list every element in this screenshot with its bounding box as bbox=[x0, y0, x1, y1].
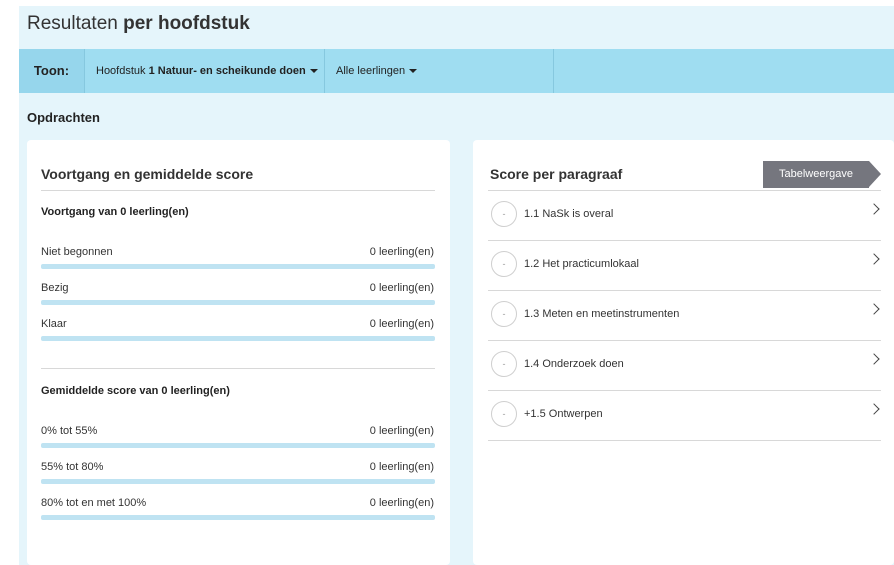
paragraph-item[interactable]: - +1.5 Ontwerpen bbox=[488, 391, 881, 440]
progress-row-value: 0 leerling(en) bbox=[369, 282, 434, 294]
chapter-prefix: Hoofdstuk bbox=[96, 65, 146, 77]
page-title: Resultaten per hoofdstuk bbox=[27, 13, 250, 35]
score-row-value: 0 leerling(en) bbox=[369, 497, 434, 509]
chevron-right-icon bbox=[868, 403, 880, 415]
progress-row-label: Bezig bbox=[41, 282, 69, 294]
score-bar bbox=[41, 515, 435, 520]
chevron-right-icon bbox=[868, 353, 880, 365]
paragraph-label: +1.5 Ontwerpen bbox=[524, 408, 603, 420]
score-heading: Gemiddelde score van 0 leerling(en) bbox=[41, 385, 230, 397]
chevron-right-icon bbox=[868, 303, 880, 315]
score-row-value: 0 leerling(en) bbox=[369, 425, 434, 437]
table-view-button[interactable]: Tabelweergave bbox=[763, 161, 869, 188]
score-row-label: 55% tot 80% bbox=[41, 461, 104, 473]
progress-row-value: 0 leerling(en) bbox=[369, 246, 434, 258]
paragraph-item[interactable]: - 1.3 Meten en meetinstrumenten bbox=[488, 291, 881, 340]
page-title-bold: per hoofdstuk bbox=[123, 13, 250, 34]
progress-bar bbox=[41, 336, 435, 341]
divider bbox=[41, 190, 435, 191]
score-circle: - bbox=[491, 301, 517, 327]
score-circle: - bbox=[491, 401, 517, 427]
section-title: Opdrachten bbox=[27, 110, 100, 125]
progress-row-label: Niet begonnen bbox=[41, 246, 113, 258]
paragraph-label: 1.1 NaSk is overal bbox=[524, 208, 614, 220]
score-bar bbox=[41, 479, 435, 484]
chevron-down-icon bbox=[409, 69, 418, 74]
score-bar bbox=[41, 443, 435, 448]
paragraph-item[interactable]: - 1.1 NaSk is overal bbox=[488, 191, 881, 240]
chevron-right-icon bbox=[868, 253, 880, 265]
table-view-button-arrow bbox=[869, 161, 881, 187]
paragraph-label: 1.4 Onderzoek doen bbox=[524, 358, 624, 370]
progress-bar bbox=[41, 264, 435, 269]
paragraph-score-card: Score per paragraaf Tabelweergave - 1.1 … bbox=[473, 140, 894, 565]
score-row-value: 0 leerling(en) bbox=[369, 461, 434, 473]
divider bbox=[41, 368, 435, 369]
progress-heading: Voortgang van 0 leerling(en) bbox=[41, 206, 189, 218]
chapter-dropdown[interactable]: Hoofdstuk 1 Natuur- en scheikunde doen bbox=[85, 49, 325, 93]
progress-card: Voortgang en gemiddelde score Voortgang … bbox=[27, 140, 450, 565]
score-circle: - bbox=[491, 201, 517, 227]
students-selected-value: Alle leerlingen bbox=[336, 65, 406, 77]
score-circle: - bbox=[491, 351, 517, 377]
progress-bar bbox=[41, 300, 435, 305]
toon-label: Toon: bbox=[19, 49, 85, 93]
score-row-label: 80% tot en met 100% bbox=[41, 497, 147, 509]
chapter-selected-value: 1 Natuur- en scheikunde doen bbox=[148, 65, 306, 77]
score-row-label: 0% tot 55% bbox=[41, 425, 98, 437]
paragraph-item[interactable]: - 1.4 Onderzoek doen bbox=[488, 341, 881, 390]
students-dropdown[interactable]: Alle leerlingen bbox=[325, 49, 554, 93]
chevron-right-icon bbox=[868, 203, 880, 215]
paragraph-card-title: Score per paragraaf bbox=[490, 166, 623, 182]
chevron-down-icon bbox=[309, 69, 318, 74]
page-title-prefix: Resultaten bbox=[27, 13, 118, 34]
paragraph-label: 1.3 Meten en meetinstrumenten bbox=[524, 308, 680, 320]
paragraph-label: 1.2 Het practicumlokaal bbox=[524, 258, 639, 270]
filter-toolbar: Toon: Hoofdstuk 1 Natuur- en scheikunde … bbox=[19, 49, 894, 93]
score-circle: - bbox=[491, 251, 517, 277]
progress-row-value: 0 leerling(en) bbox=[369, 318, 434, 330]
results-page: Resultaten per hoofdstuk Toon: Hoofdstuk… bbox=[19, 6, 894, 565]
progress-row-label: Klaar bbox=[41, 318, 67, 330]
progress-card-title: Voortgang en gemiddelde score bbox=[41, 166, 254, 182]
paragraph-item[interactable]: - 1.2 Het practicumlokaal bbox=[488, 241, 881, 290]
divider bbox=[488, 440, 881, 441]
